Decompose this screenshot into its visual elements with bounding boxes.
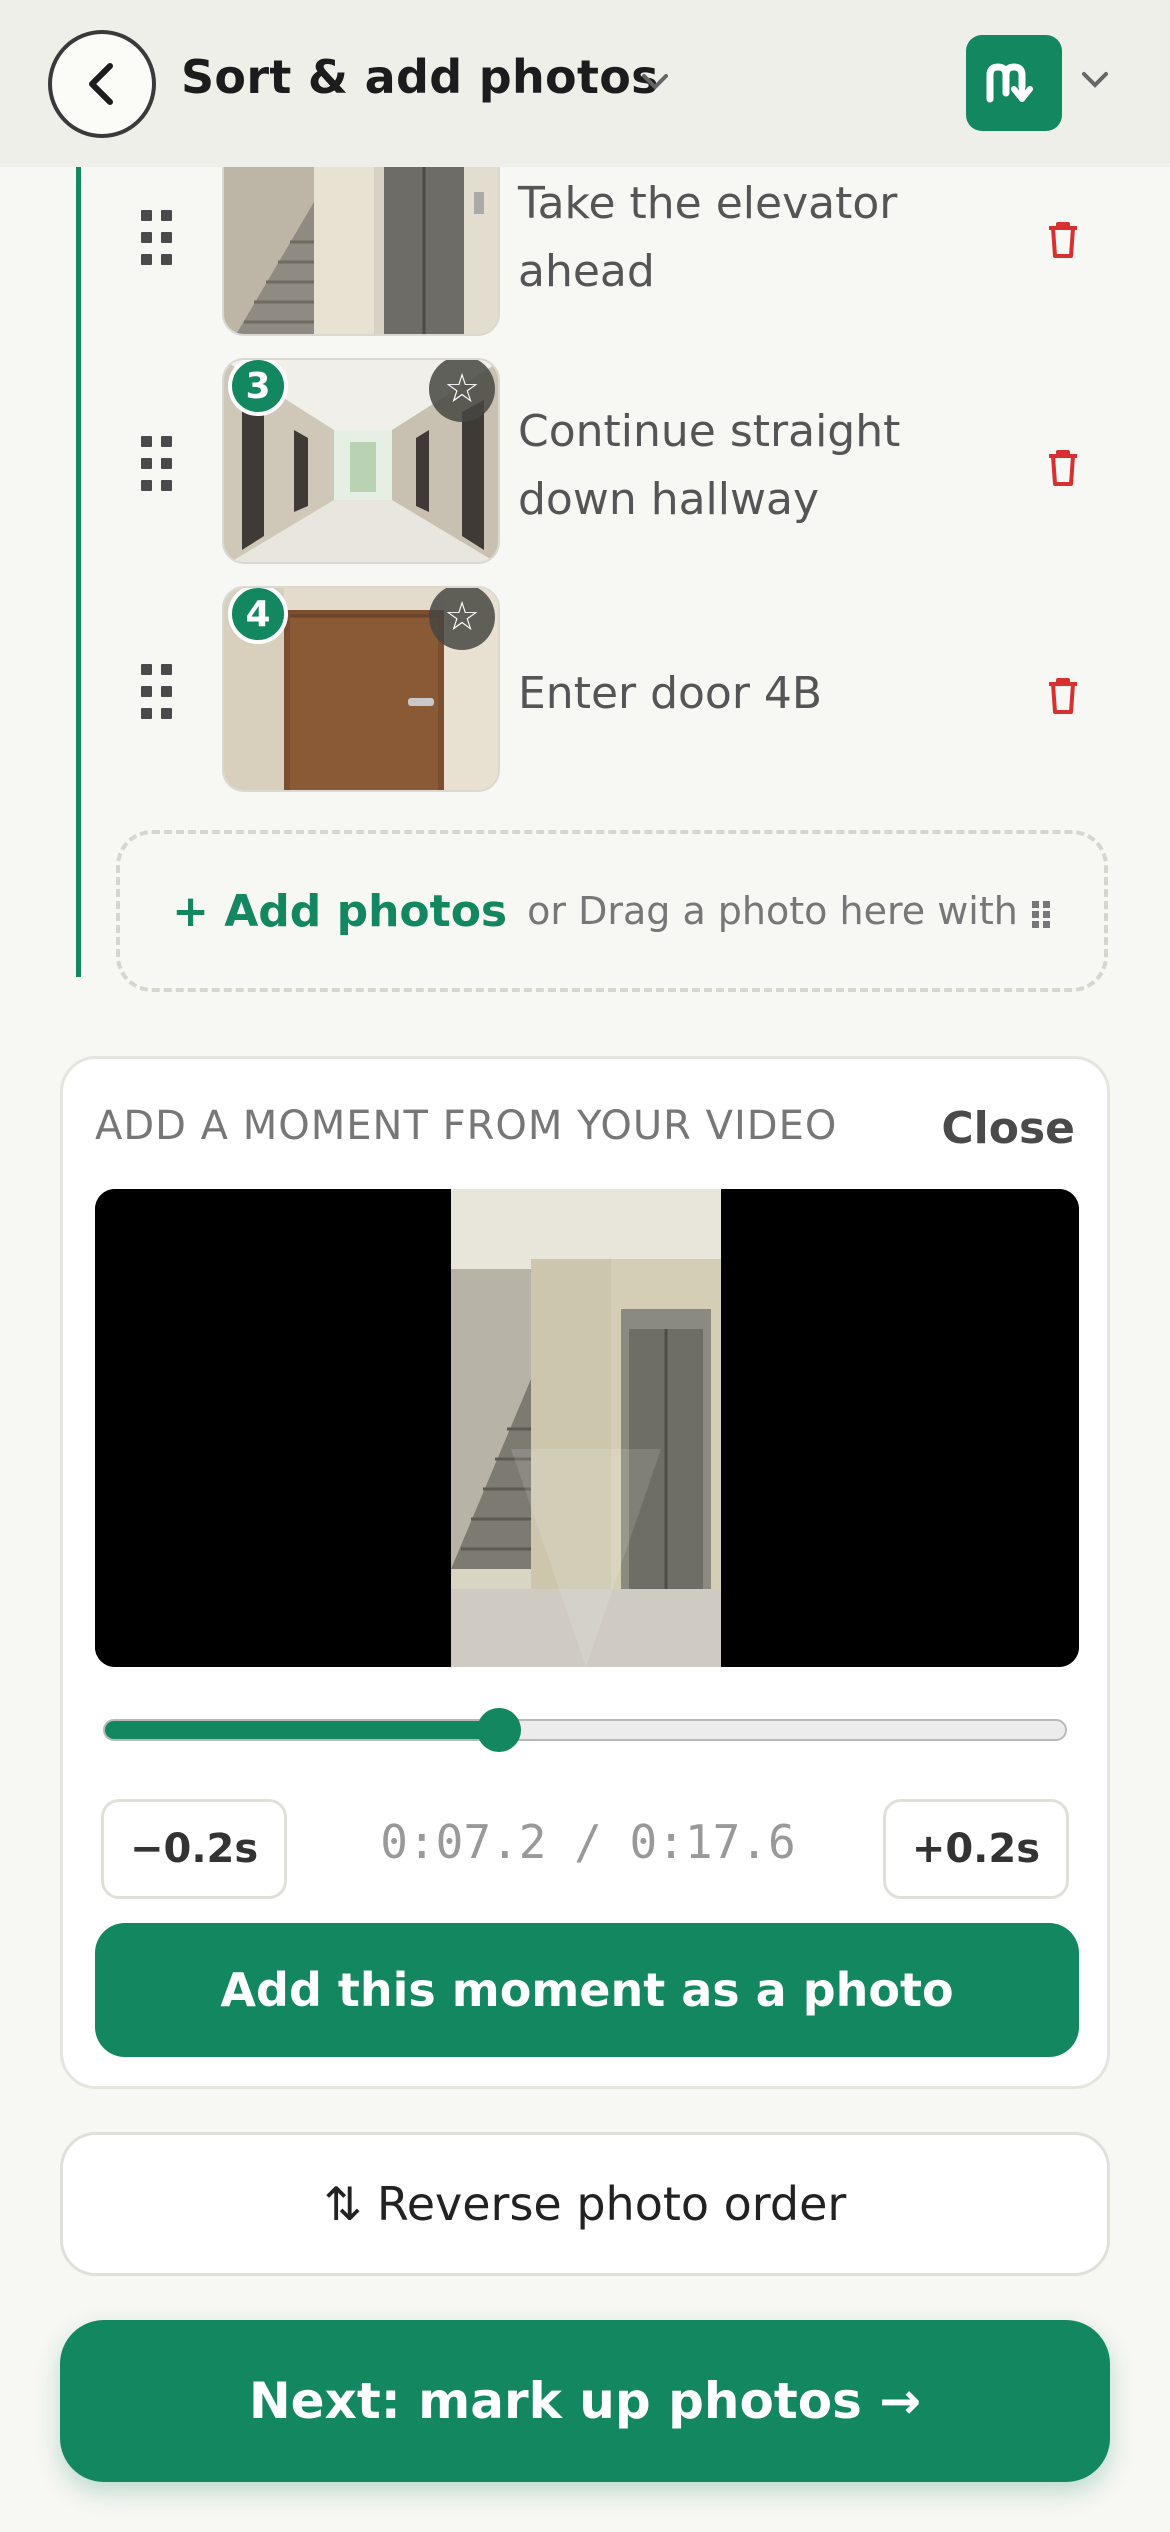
drag-hint-label: or Drag a photo here with xyxy=(527,889,1018,933)
video-player[interactable] xyxy=(95,1189,1079,1667)
drag-handle-icon[interactable] xyxy=(141,436,177,492)
photo-step-row[interactable]: ☆ 3 Continue straight down hallway xyxy=(0,358,1170,564)
step-caption[interactable]: Enter door 4B xyxy=(518,660,938,728)
chevron-down-icon[interactable] xyxy=(1080,70,1110,90)
chevron-down-icon[interactable] xyxy=(640,72,670,92)
photo-thumbnail[interactable]: ☆ 4 xyxy=(222,586,500,792)
scrubber-progress xyxy=(105,1721,499,1739)
time-readout: 0:07.2 / 0:17.6 xyxy=(380,1815,796,1869)
video-scrubber[interactable] xyxy=(103,1708,1067,1752)
brand-logo-button[interactable] xyxy=(966,35,1062,131)
scrubber-handle[interactable] xyxy=(476,1708,521,1752)
add-photos-dropzone[interactable]: + Add photos or Drag a photo here with xyxy=(116,830,1108,992)
reverse-order-button[interactable]: ⇅ Reverse photo order xyxy=(60,2132,1110,2276)
video-frame-image xyxy=(95,1189,1079,1667)
sort-photos-screen: Sort & add photos Take the elevator ahea… xyxy=(0,0,1170,2532)
photo-thumbnail[interactable]: ☆ 3 xyxy=(222,358,500,564)
back-button[interactable] xyxy=(48,30,156,138)
chevron-left-icon xyxy=(89,63,113,105)
drag-handle-icon[interactable] xyxy=(141,210,177,266)
trash-icon[interactable] xyxy=(1045,220,1081,260)
drag-hint-text: or Drag a photo here with xyxy=(527,889,1052,933)
card-title: ADD A MOMENT FROM YOUR VIDEO xyxy=(95,1103,838,1149)
trash-icon[interactable] xyxy=(1045,676,1081,716)
step-number-badge: 4 xyxy=(228,588,288,644)
drag-handle-icon xyxy=(1030,897,1052,931)
step-number-badge: 3 xyxy=(228,360,288,416)
add-photos-button[interactable]: + Add photos xyxy=(172,886,507,937)
step-forward-button[interactable]: +0.2s xyxy=(882,1799,1069,1899)
step-caption[interactable]: Continue straight down hallway xyxy=(518,398,938,534)
photo-step-row[interactable]: ☆ 4 Enter door 4B xyxy=(0,586,1170,792)
close-button[interactable]: Close xyxy=(941,1103,1075,1154)
star-icon[interactable]: ☆ xyxy=(429,588,495,650)
top-bar: Sort & add photos xyxy=(0,0,1170,167)
star-icon[interactable]: ☆ xyxy=(429,360,495,422)
trash-icon[interactable] xyxy=(1045,448,1081,488)
drag-handle-icon[interactable] xyxy=(141,664,177,720)
step-back-button[interactable]: −0.2s xyxy=(101,1799,288,1899)
add-moment-button[interactable]: Add this moment as a photo xyxy=(95,1923,1079,2057)
brand-logo-icon xyxy=(986,63,1033,103)
page-title[interactable]: Sort & add photos xyxy=(181,50,659,104)
step-caption[interactable]: Take the elevator ahead xyxy=(518,170,938,306)
next-button[interactable]: Next: mark up photos → xyxy=(60,2320,1110,2482)
video-moment-card: ADD A MOMENT FROM YOUR VIDEO Close −0.2s… xyxy=(60,1056,1110,2089)
